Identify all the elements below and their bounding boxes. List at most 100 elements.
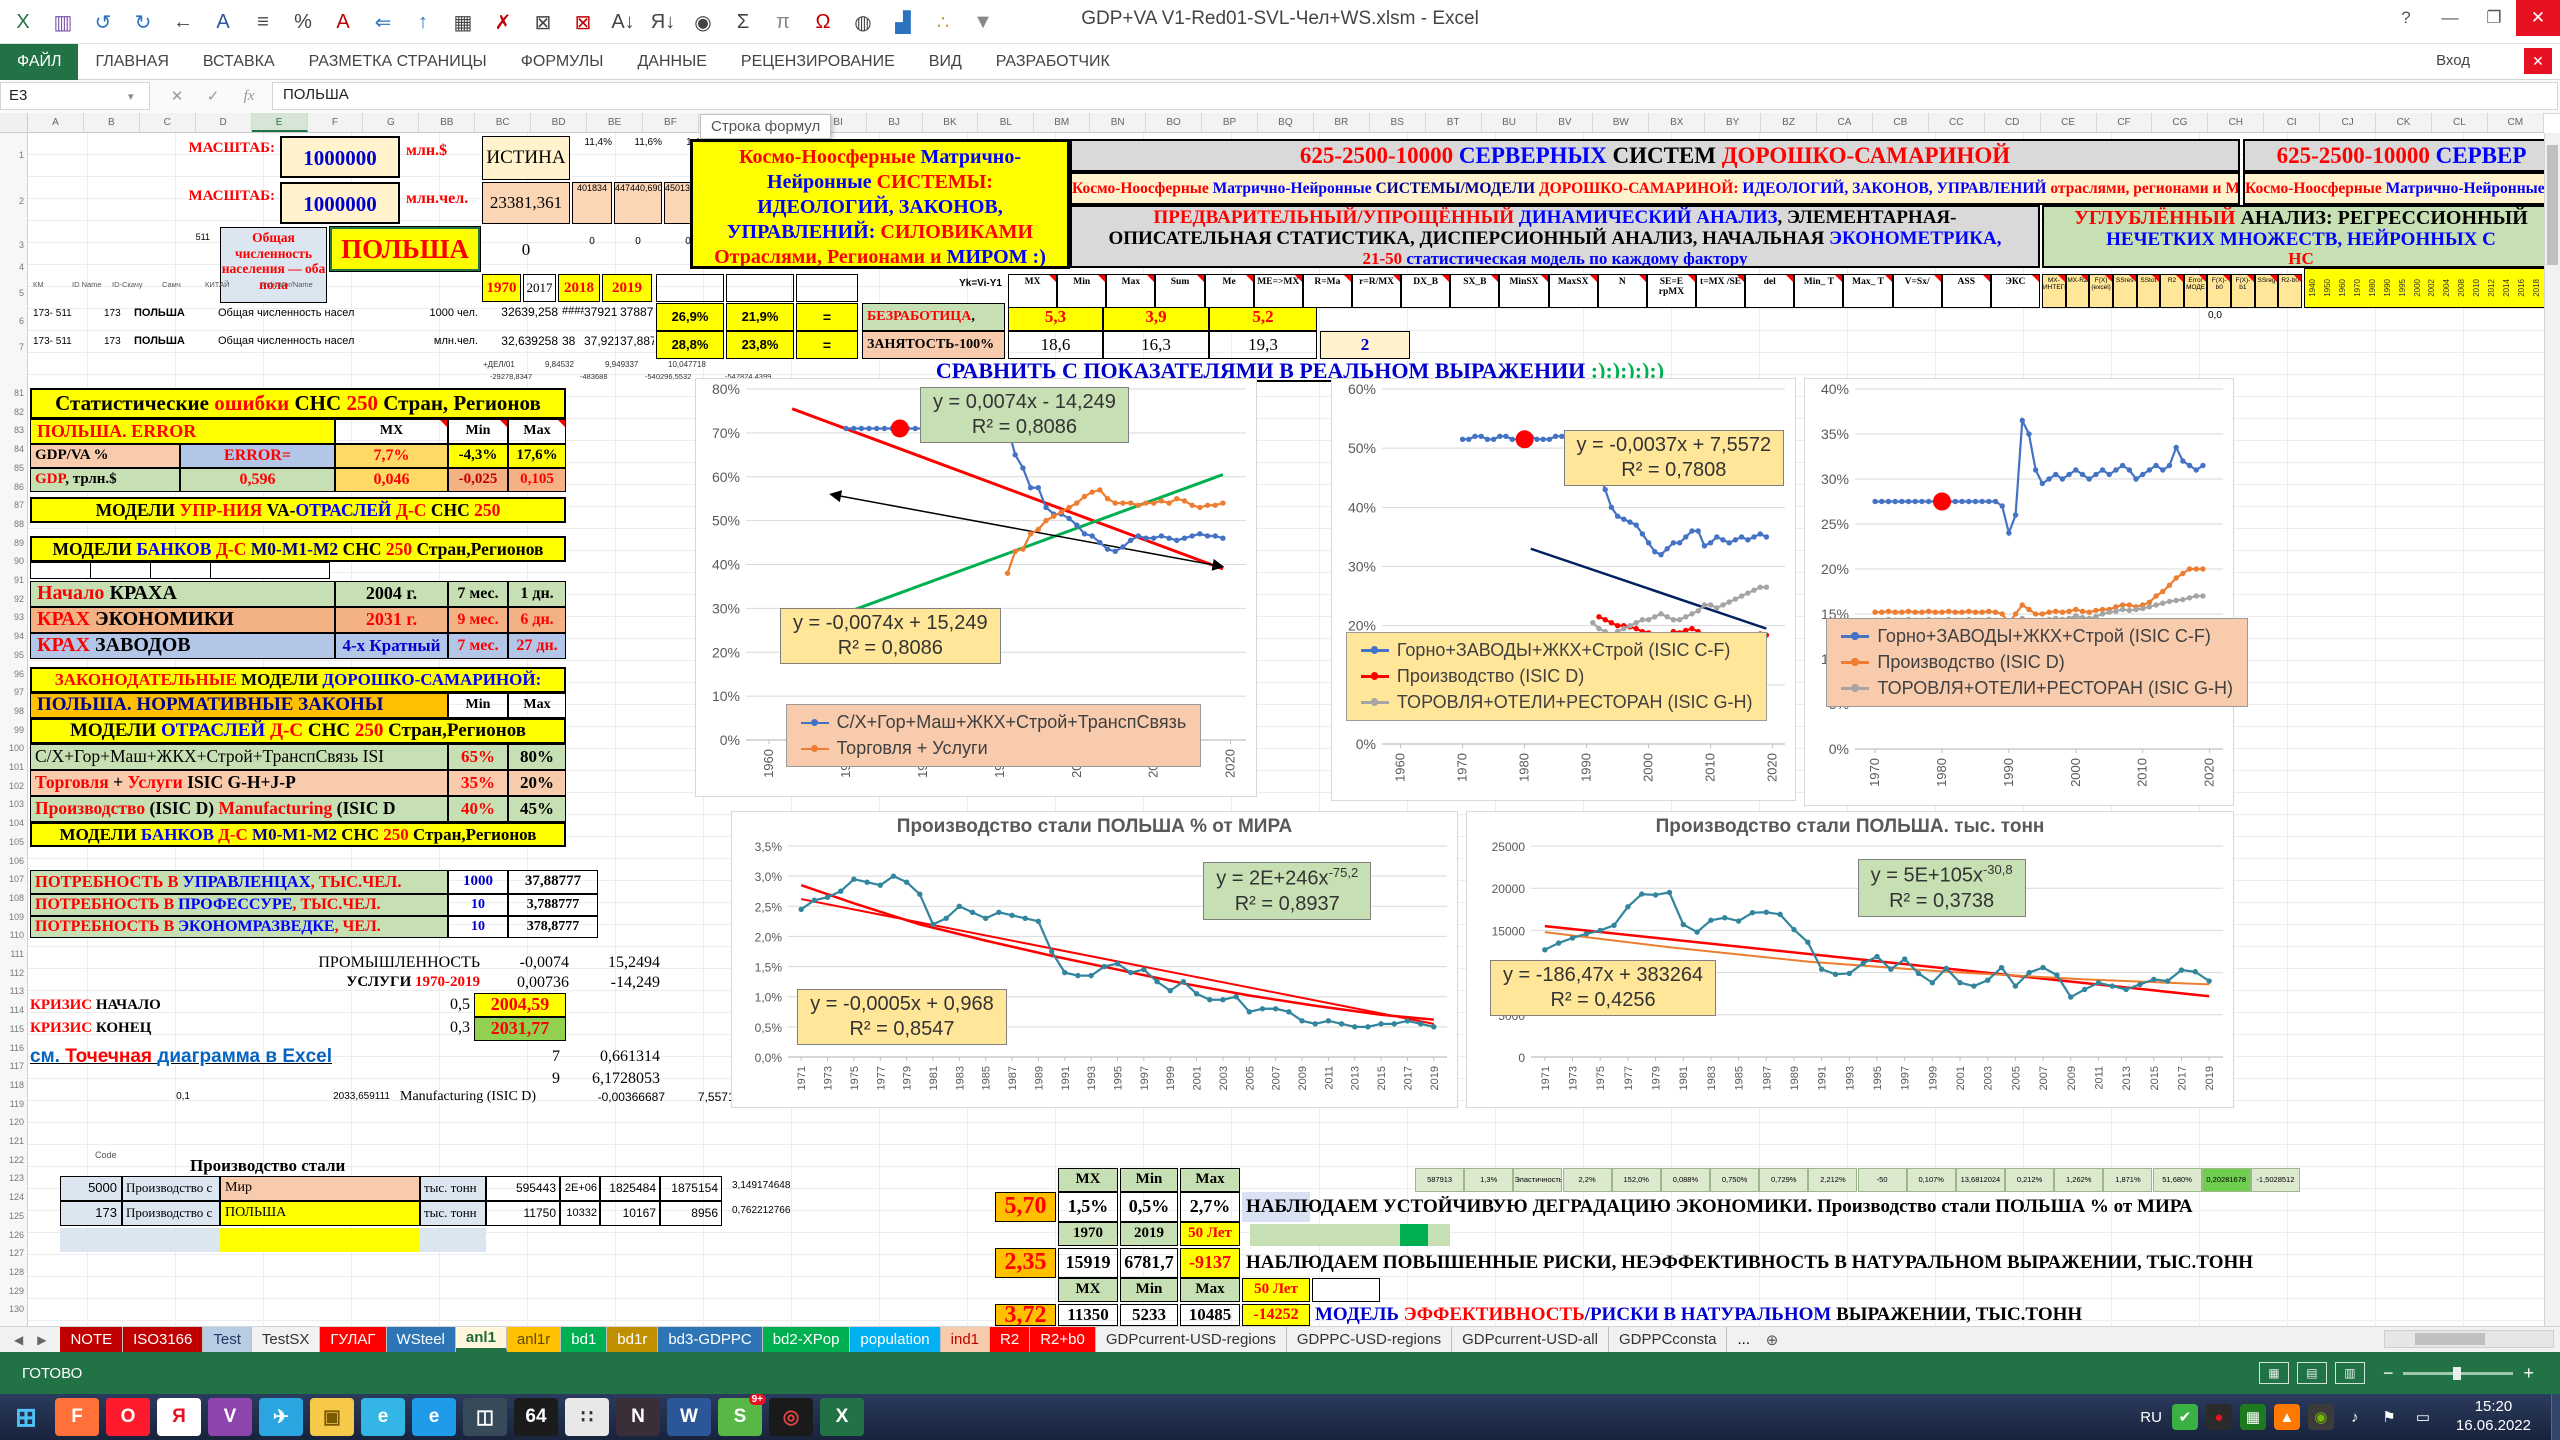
crisis1-v2[interactable]: 2004,59: [474, 993, 566, 1017]
sumA-min[interactable]: 0,5%: [1120, 1192, 1178, 1222]
autosum-icon[interactable]: Σ: [724, 5, 762, 39]
row-header-110[interactable]: 110: [10, 930, 24, 940]
crash1-year[interactable]: 2004 г.: [335, 581, 448, 607]
crisis2-v2[interactable]: 2031,77: [474, 1017, 566, 1041]
dark-app-icon[interactable]: N: [616, 1398, 660, 1436]
col-header-BM[interactable]: BM: [1034, 113, 1090, 132]
ind3-min[interactable]: 40%: [448, 796, 508, 822]
scale-value-2[interactable]: 1000000: [280, 182, 400, 224]
col-header-B[interactable]: B: [84, 113, 140, 132]
col-header-D[interactable]: D: [196, 113, 252, 132]
format-painter-icon[interactable]: А: [324, 5, 362, 39]
skype-icon[interactable]: S9+: [718, 1398, 762, 1436]
row-header-101[interactable]: 101: [9, 762, 24, 772]
zoom-in-icon[interactable]: +: [2523, 1363, 2534, 1384]
sumB-1970[interactable]: 1970: [1058, 1222, 1118, 1246]
col-header-G[interactable]: G: [363, 113, 419, 132]
sheet-tab-ГУЛАГ[interactable]: ГУЛАГ: [320, 1327, 386, 1352]
crisis1-v1[interactable]: 0,5: [430, 996, 470, 1014]
avast-icon[interactable]: ▲: [2274, 1404, 2300, 1430]
sumB-50let[interactable]: 50 Лет: [1180, 1222, 1240, 1246]
col-header-CK[interactable]: CK: [2376, 113, 2432, 132]
photos-app-icon[interactable]: ◫: [463, 1398, 507, 1436]
steel2-code[interactable]: 173: [60, 1201, 122, 1226]
col-header-BE[interactable]: BE: [587, 113, 643, 132]
monitor-icon[interactable]: ▭: [2410, 1404, 2436, 1430]
manu-v1[interactable]: 2033,659111: [270, 1091, 390, 1102]
col-header-CG[interactable]: CG: [2152, 113, 2208, 132]
row-header-109[interactable]: 109: [9, 912, 24, 922]
volume-icon[interactable]: ♪: [2342, 1404, 2368, 1430]
pi-icon[interactable]: π: [764, 5, 802, 39]
row1-v2[interactable]: ####: [562, 305, 584, 317]
obs-icon[interactable]: ◎: [769, 1398, 813, 1436]
row-header-3[interactable]: 3: [19, 240, 24, 250]
col-header-BO[interactable]: BO: [1146, 113, 1202, 132]
percent-style-icon[interactable]: %: [284, 5, 322, 39]
need1-v1[interactable]: 1000: [448, 870, 508, 894]
row-header-113[interactable]: 113: [10, 986, 24, 996]
steel1-v1[interactable]: 595443: [486, 1176, 560, 1201]
sheet-tab-population[interactable]: population: [850, 1327, 940, 1352]
nvidia-icon[interactable]: ◉: [2308, 1404, 2334, 1430]
gdp-max[interactable]: 0,105: [508, 468, 566, 492]
sheet-tab-GDPPC-USD-regions[interactable]: GDPPC-USD-regions: [1287, 1327, 1452, 1352]
col-header-CJ[interactable]: CJ: [2320, 113, 2376, 132]
ex-v1[interactable]: 9: [520, 1070, 560, 1088]
col-header-CD[interactable]: CD: [1985, 113, 2041, 132]
view-normal-icon[interactable]: ▦: [2259, 1362, 2289, 1384]
delete-rows-icon[interactable]: ⊠: [524, 5, 562, 39]
istina-cell[interactable]: ИСТИНА: [482, 136, 570, 180]
col-header-BR[interactable]: BR: [1314, 113, 1370, 132]
cell-bb1[interactable]: 11,4%: [572, 137, 612, 148]
steel1-ratio[interactable]: 3,149174648: [732, 1180, 812, 1191]
sumA-max[interactable]: 2,7%: [1180, 1192, 1240, 1222]
sheet-nav-arrows[interactable]: ◀▶: [0, 1327, 60, 1352]
col-header-BC[interactable]: BC: [475, 113, 531, 132]
row-header-104[interactable]: 104: [9, 818, 24, 828]
need1-v2[interactable]: 37,88777: [508, 870, 598, 894]
col-header-CM[interactable]: CM: [2488, 113, 2544, 132]
sheet-tabs-more[interactable]: ...: [1727, 1327, 1760, 1352]
row1-p1[interactable]: 26,9%: [656, 303, 724, 331]
col-header-BX[interactable]: BX: [1649, 113, 1705, 132]
link-v2[interactable]: 0,661314: [565, 1048, 660, 1066]
sheet-nav-left-icon[interactable]: ◀: [14, 1333, 23, 1347]
row-header-92[interactable]: 92: [14, 594, 24, 604]
close-icon[interactable]: ✕: [2516, 0, 2560, 36]
col-header-BU[interactable]: BU: [1482, 113, 1538, 132]
restore-icon[interactable]: ❐: [2472, 0, 2516, 36]
gdpva-min[interactable]: -4,3%: [448, 444, 508, 468]
gdpva-max[interactable]: 17,6%: [508, 444, 566, 468]
row-header-129[interactable]: 129: [9, 1286, 24, 1296]
row1-v1[interactable]: 32639,258: [482, 305, 558, 319]
steel2-name[interactable]: Производство с: [122, 1201, 220, 1226]
align-icon[interactable]: ≡: [244, 5, 282, 39]
steel1-name[interactable]: Производство с: [122, 1176, 220, 1201]
row-header-83[interactable]: 83: [14, 425, 24, 435]
need3-v2[interactable]: 378,8777: [508, 916, 598, 938]
col-header-BD[interactable]: BD: [531, 113, 587, 132]
antivirus-shield-icon[interactable]: ✔: [2172, 1404, 2198, 1430]
col-header-CC[interactable]: CC: [1929, 113, 1985, 132]
row-header-7[interactable]: 7: [19, 342, 24, 352]
ribbon-tab-главная[interactable]: ГЛАВНАЯ: [78, 44, 185, 80]
row1-v4[interactable]: 37887,77: [620, 305, 654, 319]
grid-app-icon[interactable]: ∷: [565, 1398, 609, 1436]
row-header-118[interactable]: 118: [10, 1080, 24, 1090]
sort-za-icon[interactable]: Я↓: [644, 5, 682, 39]
row1-eq[interactable]: =: [796, 303, 858, 331]
row-header-86[interactable]: 86: [14, 482, 24, 492]
insert-cells-icon[interactable]: ↑: [404, 5, 442, 39]
row2-mx[interactable]: 18,6: [1008, 331, 1103, 359]
select-all-corner[interactable]: [0, 113, 28, 133]
taskbar-clock[interactable]: 15:2016.06.2022: [2456, 1398, 2531, 1436]
zero-zero-cell[interactable]: 0,0: [2208, 310, 2222, 321]
row-header-100[interactable]: 100: [9, 743, 24, 753]
row-header-112[interactable]: 112: [10, 968, 24, 978]
col-header-CH[interactable]: CH: [2208, 113, 2264, 132]
row-header-128[interactable]: 128: [9, 1267, 24, 1277]
row-header-81[interactable]: 81: [14, 388, 24, 398]
row-header-89[interactable]: 89: [14, 538, 24, 548]
row-header-117[interactable]: 117: [10, 1061, 24, 1071]
